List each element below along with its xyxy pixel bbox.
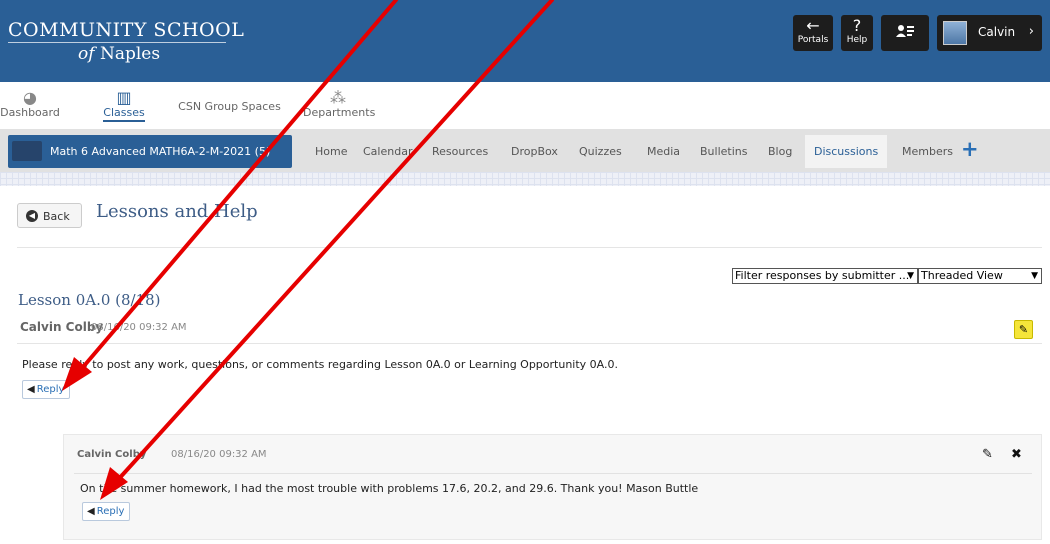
- reply-card: Calvin Colby 08/16/20 09:32 AM ✎ ✖ On th…: [63, 434, 1042, 540]
- filter-submitter-select[interactable]: Filter responses by submitter ... ▼: [732, 268, 918, 284]
- class-selector[interactable]: Math 6 Advanced MATH6A-2-M-2021 (5): [8, 135, 292, 168]
- tab-departments[interactable]: ⁂ Departments: [303, 88, 376, 119]
- divider: [17, 343, 1042, 344]
- view-mode-select[interactable]: Threaded View ▼: [918, 268, 1042, 284]
- lesson-title: Lesson 0A.0 (8/18): [18, 291, 161, 309]
- portals-button[interactable]: ← Portals: [793, 15, 833, 51]
- tab-csn-group-spaces[interactable]: CSN Group Spaces: [172, 100, 287, 113]
- close-icon[interactable]: ✖: [1011, 447, 1022, 462]
- class-navigation-bar: Math 6 Advanced MATH6A-2-M-2021 (5) Home…: [0, 129, 1050, 172]
- view-mode-value: Threaded View: [921, 269, 1003, 282]
- chevron-down-icon: ▼: [1031, 271, 1038, 281]
- reply-date: 08/16/20 09:32 AM: [171, 449, 267, 460]
- nested-reply-button[interactable]: ◀ Reply: [82, 502, 131, 521]
- arrow-left-icon: ←: [806, 16, 820, 35]
- tab-classes-label: Classes: [103, 106, 145, 122]
- tab-csn-label: CSN Group Spaces: [178, 100, 281, 113]
- reply-arrow-icon: ◀: [87, 506, 95, 517]
- post-body: Please reply to post any work, questions…: [22, 358, 618, 371]
- class-nav-blog[interactable]: Blog: [768, 145, 792, 158]
- user-menu-button[interactable]: Calvin ›: [937, 15, 1042, 51]
- help-button[interactable]: ? Help: [841, 15, 873, 51]
- class-nav-dropbox[interactable]: DropBox: [511, 145, 558, 158]
- divider: [17, 247, 1042, 248]
- help-icon: ?: [852, 16, 862, 35]
- class-nav-bulletins[interactable]: Bulletins: [700, 145, 747, 158]
- back-label: Back: [43, 210, 70, 223]
- back-circle-icon: ◀: [26, 210, 38, 222]
- reply-button[interactable]: ◀ Reply: [22, 380, 71, 399]
- dashboard-icon: ◕: [23, 88, 37, 107]
- class-nav-resources[interactable]: Resources: [432, 145, 488, 158]
- classes-icon: ▥: [116, 88, 132, 107]
- class-nav-members[interactable]: Members: [902, 145, 953, 158]
- chevron-down-icon: ▼: [907, 271, 914, 281]
- logo-divider: [8, 42, 226, 43]
- pencil-icon[interactable]: ✎: [982, 447, 993, 462]
- contact-card-icon: [896, 25, 914, 37]
- class-group-icon: [12, 141, 42, 161]
- tab-departments-label: Departments: [303, 106, 376, 119]
- class-nav-media[interactable]: Media: [647, 145, 680, 158]
- class-nav-home[interactable]: Home: [315, 145, 347, 158]
- avatar: [943, 21, 967, 45]
- chevron-right-icon: ›: [1028, 24, 1034, 39]
- pencil-icon: ✎: [1018, 323, 1029, 336]
- divider: [74, 473, 1032, 474]
- decorative-grid-band: [0, 172, 1050, 186]
- reply-label: Reply: [36, 384, 65, 395]
- class-nav-discussions[interactable]: Discussions: [805, 135, 888, 168]
- reply-arrow-icon: ◀: [27, 384, 35, 395]
- page-title: Lessons and Help: [96, 201, 258, 222]
- tab-dashboard-label: Dashboard: [0, 106, 60, 119]
- user-name: Calvin: [978, 25, 1016, 39]
- contact-card-button[interactable]: [881, 15, 929, 51]
- reply-body: On the summer homework, I had the most t…: [80, 482, 699, 495]
- back-button[interactable]: ◀ Back: [17, 203, 82, 228]
- class-nav-quizzes[interactable]: Quizzes: [579, 145, 622, 158]
- filter-submitter-value: Filter responses by submitter ...: [735, 269, 910, 282]
- tab-dashboard[interactable]: ◕ Dashboard: [0, 88, 60, 119]
- edit-post-button[interactable]: ✎: [1014, 320, 1033, 339]
- post-date: 08/16/20 09:32 AM: [91, 322, 187, 333]
- school-logo-line2[interactable]: of Naples: [78, 44, 160, 64]
- main-tabs: ◕ Dashboard ▥ Classes CSN Group Spaces ⁂…: [0, 82, 1050, 129]
- help-label: Help: [846, 35, 868, 45]
- tab-classes[interactable]: ▥ Classes: [101, 88, 147, 122]
- class-nav-calendar[interactable]: Calendar: [363, 145, 412, 158]
- portals-label: Portals: [797, 35, 829, 45]
- school-logo-line1[interactable]: COMMUNITY SCHOOL: [8, 19, 244, 41]
- site-header: COMMUNITY SCHOOL of Naples ← Portals ? H…: [0, 0, 1050, 82]
- departments-icon: ⁂: [330, 88, 346, 107]
- plus-icon[interactable]: +: [961, 139, 979, 160]
- reply-author: Calvin Colby: [77, 449, 147, 460]
- class-name: Math 6 Advanced MATH6A-2-M-2021 (5): [50, 145, 271, 158]
- reply-label: Reply: [96, 506, 125, 517]
